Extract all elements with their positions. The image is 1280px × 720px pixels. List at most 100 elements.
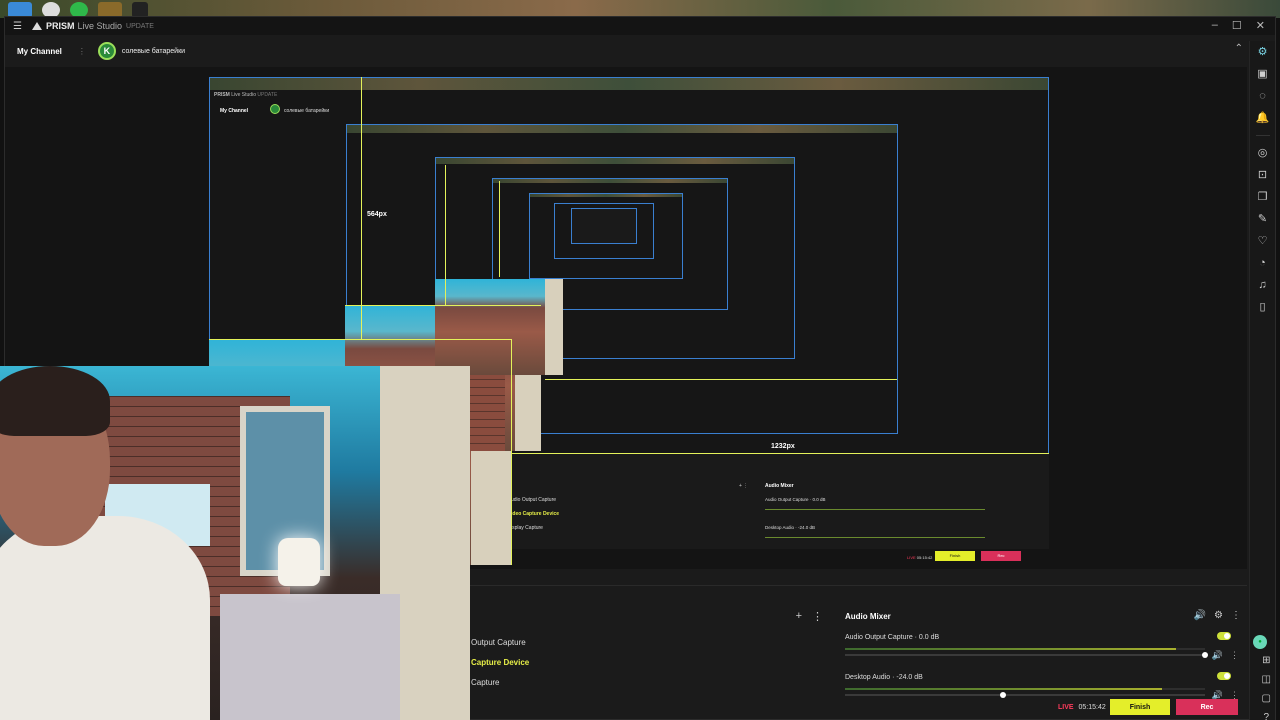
live-badge: LIVE bbox=[1058, 704, 1074, 711]
finish-button[interactable]: Finish bbox=[1110, 699, 1170, 715]
right-sidebar: ⚙ ▣ ◌ 🔔 ◎ ⊡ ❐ ✎ ♡ ◔ ♫ ▯ bbox=[1249, 41, 1275, 720]
close-icon[interactable]: ✕ bbox=[1256, 19, 1265, 32]
layers-icon[interactable]: ❐ bbox=[1255, 190, 1271, 204]
nested-preview-frame-7 bbox=[571, 208, 637, 244]
source-item[interactable]: Capture bbox=[471, 678, 499, 687]
speaker-icon[interactable]: 🔊 bbox=[1194, 610, 1206, 621]
effects-icon[interactable]: ✎ bbox=[1255, 212, 1271, 226]
channel-toggle[interactable] bbox=[1217, 632, 1231, 640]
live-timer: LIVE 05:15:42 bbox=[1058, 704, 1106, 711]
nested-mixer-ch1: Audio Output Capture · 0.0 dB bbox=[765, 497, 826, 502]
elapsed-time: 05:15:42 bbox=[1078, 704, 1106, 711]
nested-camera-scene-3 bbox=[435, 279, 563, 375]
update-badge[interactable]: UPDATE bbox=[126, 23, 154, 30]
guide-horizontal-1 bbox=[511, 453, 1049, 454]
gear-icon[interactable]: ⚙ bbox=[1214, 610, 1223, 621]
slider-knob[interactable] bbox=[1202, 652, 1208, 658]
dimension-label-height: 564px bbox=[367, 211, 387, 218]
guide-vertical-1 bbox=[361, 77, 362, 339]
guide-horizontal-3 bbox=[345, 305, 541, 306]
panel-icon[interactable]: ◫ bbox=[1262, 674, 1271, 685]
channel-avatar[interactable]: K bbox=[97, 42, 116, 60]
nested-rec-button: Rec bbox=[981, 551, 1021, 561]
heart-icon[interactable]: ♡ bbox=[1255, 234, 1271, 248]
nested-mixer-title: Audio Mixer bbox=[765, 483, 794, 489]
more-icon[interactable]: ⋮ bbox=[812, 610, 823, 623]
status-bar: LIVE 05:15:42 Finish Rec bbox=[0, 696, 1242, 720]
menu-icon[interactable]: ☰ bbox=[13, 21, 22, 32]
chat-icon[interactable]: ◌ bbox=[1255, 89, 1271, 103]
audio-mixer-title: Audio Mixer bbox=[845, 612, 891, 621]
channel-label: Desktop Audio · -24.0 dB bbox=[845, 674, 923, 681]
webcam-overlay bbox=[0, 366, 470, 720]
rec-button[interactable]: Rec bbox=[1176, 699, 1238, 715]
prism-logo-icon bbox=[31, 22, 42, 30]
app-titlebar: ☰ PRISM Live Studio UPDATE – ☐ ✕ bbox=[5, 17, 1275, 35]
mixer-toolbar: 🔊 ⚙ ⋮ bbox=[1194, 610, 1241, 621]
volume-slider[interactable] bbox=[845, 652, 1208, 658]
dashboard-icon[interactable]: ⊞ bbox=[1262, 655, 1270, 666]
guide-horizontal-2 bbox=[209, 339, 511, 340]
nested-live: LIVE bbox=[907, 555, 916, 560]
music-icon[interactable]: ♫ bbox=[1255, 278, 1271, 292]
mixer-channel-desktop-audio: Desktop Audio · -24.0 dB 🔊 ⋮ bbox=[845, 672, 1241, 700]
sources-toolbar: + ⋮ bbox=[796, 610, 823, 623]
my-channel-label[interactable]: My Channel bbox=[17, 47, 62, 56]
nested-preview-frame-5 bbox=[529, 193, 683, 279]
window-controls: – ☐ ✕ bbox=[1212, 19, 1265, 32]
nested-channel-avatar bbox=[270, 104, 280, 114]
help-icon[interactable]: ? bbox=[1263, 712, 1269, 720]
maximize-icon[interactable]: ☐ bbox=[1232, 19, 1242, 32]
nested-bottom-panel: udio Output Capture ideo Capture Device … bbox=[511, 453, 1049, 560]
source-item-active[interactable]: Capture Device bbox=[471, 658, 529, 667]
dimension-label-width: 1232px bbox=[771, 443, 795, 450]
sources-panel: + ⋮ Output Capture Capture Device Captur… bbox=[471, 606, 831, 706]
nested-my-channel: My Channel bbox=[220, 108, 249, 114]
level-meter bbox=[845, 688, 1205, 690]
separator-dots: ⋮ bbox=[77, 46, 86, 56]
level-meter bbox=[845, 648, 1205, 650]
audio-mixer-panel: Audio Mixer 🔊 ⚙ ⋮ Audio Output Capture ·… bbox=[845, 606, 1245, 706]
settings-gear-icon[interactable]: ⚙ bbox=[1255, 45, 1271, 59]
nested-source-2: ideo Capture Device bbox=[511, 511, 560, 517]
app-subtitle: Live Studio bbox=[77, 21, 123, 31]
source-item[interactable]: Output Capture bbox=[471, 638, 526, 647]
guide-vertical-4 bbox=[511, 339, 512, 565]
sticker-icon[interactable]: ◔ bbox=[1255, 256, 1271, 270]
guide-horizontal-4 bbox=[545, 379, 897, 380]
nested-mixer-ch2: Desktop Audio · -24.0 dB bbox=[765, 525, 816, 530]
scene-icon[interactable]: ▣ bbox=[1255, 67, 1271, 81]
notification-icon[interactable]: 🔔 bbox=[1255, 111, 1271, 125]
nested-channel-name: солевые батарейки bbox=[284, 108, 330, 114]
nested-app-name: PRISM bbox=[214, 92, 230, 98]
lamp bbox=[278, 538, 320, 586]
chevron-up-icon[interactable]: ⌃ bbox=[1235, 43, 1243, 54]
camera-icon[interactable]: ◎ bbox=[1255, 146, 1271, 160]
minimize-icon[interactable]: – bbox=[1212, 19, 1218, 32]
person-shirt bbox=[0, 516, 210, 720]
person-hair bbox=[0, 366, 110, 436]
nested-source-1: udio Output Capture bbox=[511, 497, 557, 503]
widget-icon[interactable]: ▯ bbox=[1255, 300, 1271, 314]
guide-vertical-3 bbox=[499, 181, 500, 277]
chat-bubble-icon[interactable]: ● bbox=[1253, 635, 1267, 649]
nested-preview-frame-6 bbox=[554, 203, 654, 259]
guide-vertical-2 bbox=[445, 165, 446, 305]
app-name: PRISM bbox=[45, 21, 75, 31]
more-icon[interactable]: ⋮ bbox=[1231, 610, 1241, 621]
channel-bar: My Channel ⋮ K солевые батарейки ⌃ bbox=[5, 39, 1251, 63]
nested-add-icon: + ⋮ bbox=[739, 483, 749, 489]
speaker-icon[interactable]: 🔊 bbox=[1212, 650, 1223, 661]
mixer-channel-audio-output: Audio Output Capture · 0.0 dB 🔊 ⋮ bbox=[845, 632, 1241, 660]
nested-finish-button: Finish bbox=[935, 551, 975, 561]
bottom-sidebar-icons: ⊞ ◫ ▢ ? ⚙ bbox=[1262, 655, 1271, 720]
book-icon[interactable]: ▢ bbox=[1262, 693, 1271, 704]
nested-app-sub: Live Studio bbox=[231, 92, 256, 98]
more-icon[interactable]: ⋮ bbox=[1230, 650, 1239, 661]
capture-icon[interactable]: ⊡ bbox=[1255, 168, 1271, 182]
nested-update: UPDATE bbox=[257, 92, 278, 98]
channel-name[interactable]: солевые батарейки bbox=[122, 48, 185, 55]
add-source-icon[interactable]: + bbox=[796, 610, 802, 623]
channel-toggle[interactable] bbox=[1217, 672, 1231, 680]
channel-label: Audio Output Capture · 0.0 dB bbox=[845, 634, 940, 641]
